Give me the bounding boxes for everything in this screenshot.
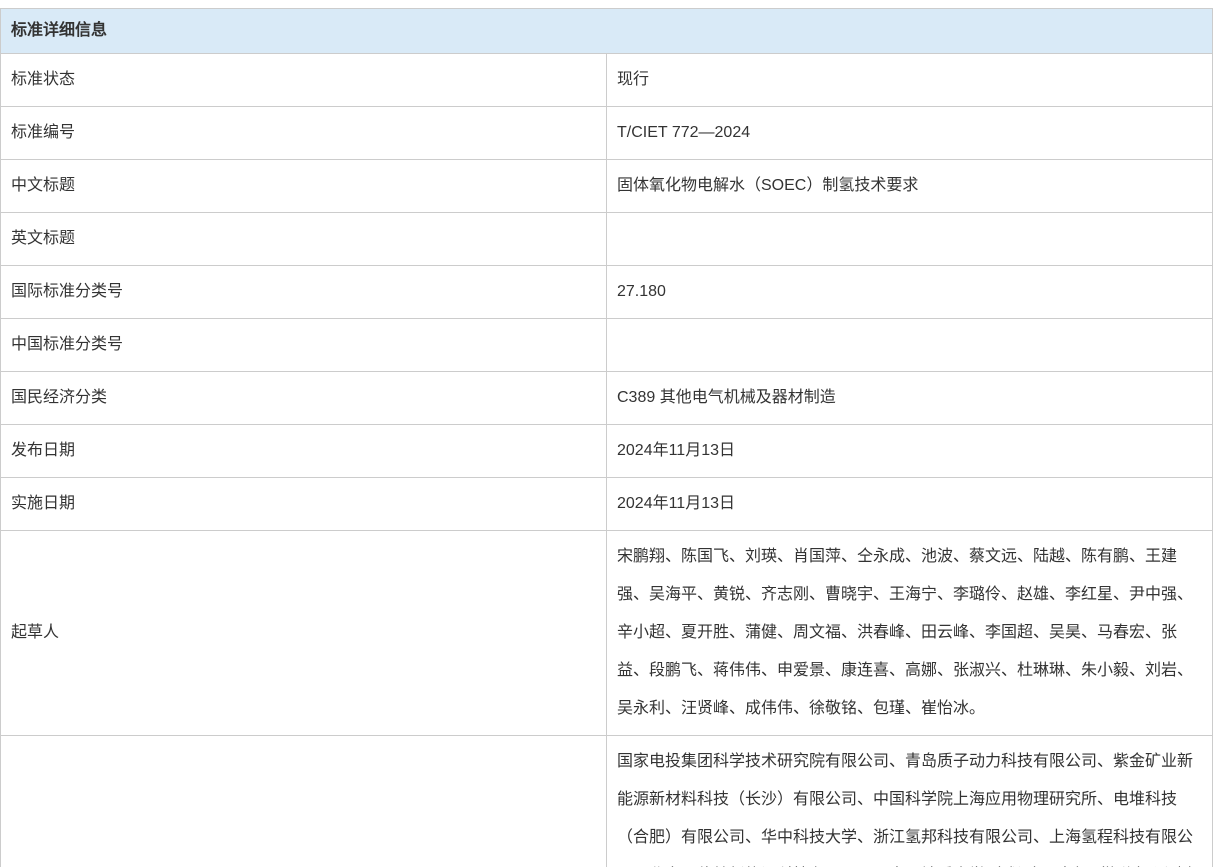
table-row: 起草单位 国家电投集团科学技术研究院有限公司、青岛质子动力科技有限公司、紫金矿业… <box>1 736 1213 867</box>
row-value: 27.180 <box>607 266 1213 319</box>
row-value: 国家电投集团科学技术研究院有限公司、青岛质子动力科技有限公司、紫金矿业新能源新材… <box>607 736 1213 867</box>
row-value <box>607 213 1213 266</box>
table-row: 标准状态 现行 <box>1 54 1213 107</box>
table-header-title: 标准详细信息 <box>1 9 1213 54</box>
row-value: 现行 <box>607 54 1213 107</box>
row-value: 宋鹏翔、陈国飞、刘瑛、肖国萍、仝永成、池波、蔡文远、陆越、陈有鹏、王建强、吴海平… <box>607 531 1213 736</box>
row-value: 2024年11月13日 <box>607 425 1213 478</box>
table-row: 发布日期 2024年11月13日 <box>1 425 1213 478</box>
row-value <box>607 319 1213 372</box>
table-row: 国民经济分类 C389 其他电气机械及器材制造 <box>1 372 1213 425</box>
table-header-row: 标准详细信息 <box>1 9 1213 54</box>
table-row: 标准编号 T/CIET 772—2024 <box>1 107 1213 160</box>
row-label: 标准状态 <box>1 54 607 107</box>
row-label: 国际标准分类号 <box>1 266 607 319</box>
row-label: 国民经济分类 <box>1 372 607 425</box>
table-row: 起草人 宋鹏翔、陈国飞、刘瑛、肖国萍、仝永成、池波、蔡文远、陆越、陈有鹏、王建强… <box>1 531 1213 736</box>
row-label: 标准编号 <box>1 107 607 160</box>
table-row: 国际标准分类号 27.180 <box>1 266 1213 319</box>
row-label: 实施日期 <box>1 478 607 531</box>
row-label: 起草单位 <box>1 736 607 867</box>
row-label: 中国标准分类号 <box>1 319 607 372</box>
row-label: 发布日期 <box>1 425 607 478</box>
row-label: 中文标题 <box>1 160 607 213</box>
row-value: T/CIET 772—2024 <box>607 107 1213 160</box>
standard-info-table-body: 标准状态 现行 标准编号 T/CIET 772—2024 中文标题 固体氧化物电… <box>1 54 1213 867</box>
table-row: 中文标题 固体氧化物电解水（SOEC）制氢技术要求 <box>1 160 1213 213</box>
row-label: 起草人 <box>1 531 607 736</box>
standard-info-table: 标准详细信息 标准状态 现行 标准编号 T/CIET 772—2024 中文标题… <box>0 8 1213 867</box>
row-value: 2024年11月13日 <box>607 478 1213 531</box>
standard-detail-page: 标准详细信息 标准状态 现行 标准编号 T/CIET 772—2024 中文标题… <box>0 0 1214 867</box>
table-row: 中国标准分类号 <box>1 319 1213 372</box>
row-label: 英文标题 <box>1 213 607 266</box>
row-value: C389 其他电气机械及器材制造 <box>607 372 1213 425</box>
row-value: 固体氧化物电解水（SOEC）制氢技术要求 <box>607 160 1213 213</box>
table-row: 实施日期 2024年11月13日 <box>1 478 1213 531</box>
table-row: 英文标题 <box>1 213 1213 266</box>
